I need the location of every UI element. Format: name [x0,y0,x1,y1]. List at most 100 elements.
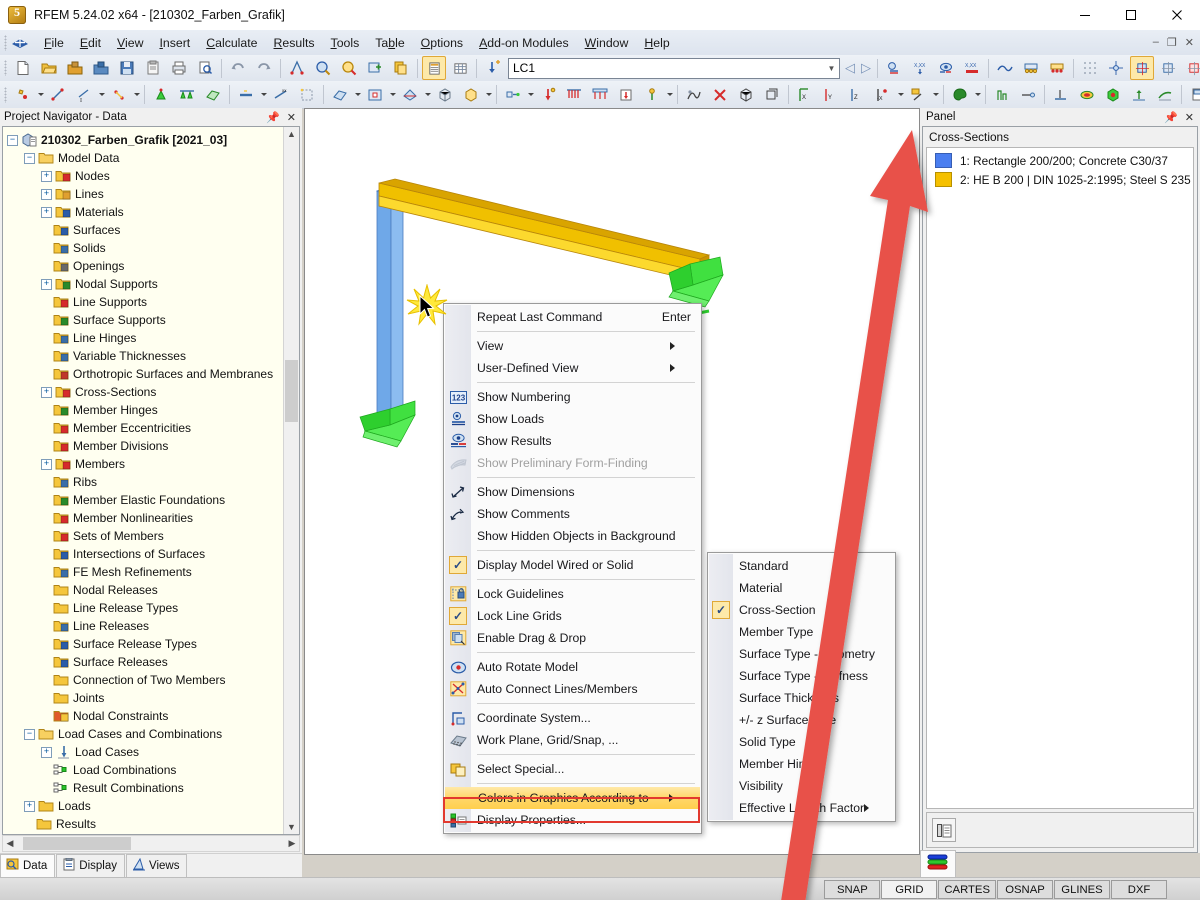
result-values-icon[interactable]: X,XX [960,56,984,80]
tree-item-load-cases-and-combinations[interactable]: − Load Cases and Combinations [7,725,283,743]
tree-expander-minus[interactable]: − [7,134,18,146]
menu-item-show-numbering[interactable]: 123 Show Numbering [444,386,701,408]
save-icon[interactable] [115,56,139,80]
surface-type-icon[interactable] [398,83,422,107]
render-dropdown-icon[interactable] [931,84,940,106]
support-forces-icon[interactable] [1045,56,1069,80]
menu-table[interactable]: Table [367,33,412,53]
surface-dropdown-icon[interactable] [353,84,362,106]
tree-item-loads[interactable]: + Loads [7,797,283,815]
close-icon[interactable]: ✕ [1185,111,1194,124]
submenu-item-cross-section[interactable]: ✓ Cross-Section [708,599,895,621]
line-dim-icon[interactable]: I [72,83,96,107]
rfem-menu-icon[interactable] [10,34,30,52]
tree-expander-plus[interactable]: + [41,746,52,758]
close-mdi-icon[interactable]: ✕ [1185,36,1194,49]
tree-item-surfaces[interactable]: Surfaces [7,221,283,239]
colors-dropdown-icon[interactable] [973,84,982,106]
menu-item-display-model-wired-or-solid[interactable]: ✓ Display Model Wired or Solid [444,554,701,576]
tree-item-members[interactable]: + Members [7,455,283,473]
menu-item-colors-in-graphics-according-to[interactable]: Colors in Graphics According to [445,787,700,809]
close-icon[interactable]: ✕ [287,111,296,124]
solid-icon[interactable] [433,83,457,107]
navigator-tab-views[interactable]: Views [126,854,188,878]
tree-item-surface-release-types[interactable]: Surface Release Types [7,635,283,653]
tree-item-line-release-types[interactable]: Line Release Types [7,599,283,617]
tree-item-connection-of-two-members[interactable]: Connection of Two Members [7,671,283,689]
menu-item-auto-rotate-model[interactable]: Auto Rotate Model [444,656,701,678]
menu-insert[interactable]: Insert [151,33,198,53]
tree-item-surface-supports[interactable]: Surface Supports [7,311,283,329]
section-icon[interactable] [1049,83,1073,107]
maximize-icon[interactable] [1108,0,1154,30]
load-case-new-icon[interactable] [481,56,505,80]
undo-icon[interactable] [226,56,250,80]
navigator-vertical-scrollbar[interactable]: ▲ ▼ [283,127,299,834]
print-preview-icon[interactable] [193,56,217,80]
scroll-up-icon[interactable]: ▲ [287,127,296,141]
menu-item-view[interactable]: View [444,335,701,357]
menu-item-auto-connect-lines-members[interactable]: Auto Connect Lines/Members [444,678,701,700]
menu-item-show-results[interactable]: Show Results [444,430,701,452]
tree-item-member-divisions[interactable]: Member Divisions [7,437,283,455]
menu-window[interactable]: Window [577,33,637,53]
numbering-icon[interactable]: X,XX [908,56,932,80]
submenu-item-surface-thickness[interactable]: Surface Thickness [708,687,895,709]
tree-item-materials[interactable]: + Materials [7,203,283,221]
restore-mdi-icon[interactable]: ❐ [1167,36,1177,49]
menu-help[interactable]: Help [636,33,677,53]
navigator-tab-data[interactable]: Data [0,854,56,878]
member-icon[interactable] [234,83,258,107]
menu-item-lock-guidelines[interactable]: Lock Guidelines [444,583,701,605]
line-load-icon[interactable] [562,83,586,107]
context-menu[interactable]: Repeat Last Command Enter View User-Defined… [443,303,702,834]
menu-tools[interactable]: Tools [323,33,368,53]
tree-expander-plus[interactable]: + [24,800,35,812]
scroll-down-icon[interactable]: ▼ [287,820,296,834]
load-dropdown-icon[interactable] [665,84,674,106]
tree-item-nodes[interactable]: + Nodes [7,167,283,185]
open-file-icon[interactable] [37,56,61,80]
surface-type-dropdown-icon[interactable] [423,84,432,106]
tree-expander-plus[interactable]: + [41,206,52,218]
tree-item-nodal-supports[interactable]: + Nodal Supports [7,275,283,293]
snap-grid-icon[interactable] [1078,56,1102,80]
view-negx-icon[interactable]: -X [871,83,895,107]
solid-type-icon[interactable] [459,83,483,107]
submenu-item-solid-type[interactable]: Solid Type [708,731,895,753]
solid-dropdown-icon[interactable] [484,84,493,106]
surface-icon[interactable] [201,83,225,107]
submenu-item-z-surface-side[interactable]: +/- z Surface Side [708,709,895,731]
next-load-case-icon[interactable]: ▷ [858,57,874,79]
minimize-icon[interactable] [1062,0,1108,30]
menu-item-display-properties[interactable]: Display Properties... [444,809,701,831]
tree-item-solids[interactable]: Solids [7,239,283,257]
scroll-thumb[interactable] [285,359,298,422]
status-glines[interactable]: GLINES [1054,880,1110,899]
submenu-item-surface-type-stiffness[interactable]: Surface Type - Stiffness [708,665,895,687]
view-z-icon[interactable]: Z [845,83,869,107]
tree-item-orthotropic-surfaces-and-membranes[interactable]: Orthotropic Surfaces and Membranes [7,365,283,383]
model-view-icon[interactable] [1156,56,1180,80]
submenu-item-surface-type-geometry[interactable]: Surface Type - Geometry [708,643,895,665]
line-icon[interactable] [46,83,70,107]
tree-item-joints[interactable]: Joints [7,689,283,707]
tree-item-member-hinges[interactable]: Member Hinges [7,401,283,419]
print-icon[interactable] [167,56,191,80]
tree-item-model-data[interactable]: − Model Data [7,149,283,167]
surface-load-icon[interactable] [588,83,612,107]
menu-item-show-hidden-objects-in-background[interactable]: Show Hidden Objects in Background [444,525,701,547]
result-value-icon[interactable] [1127,83,1151,107]
scroll-left-icon[interactable]: ◀ [3,838,17,849]
tree-item-results[interactable]: Results [7,815,283,833]
render-model-icon[interactable] [1130,56,1154,80]
new-file-icon[interactable] [11,56,35,80]
zoom-results-icon[interactable] [337,56,361,80]
render-icon[interactable] [285,56,309,80]
scroll-right-icon[interactable]: ▶ [285,838,299,849]
tree-expander-minus[interactable]: − [24,728,35,740]
opening-icon[interactable] [363,83,387,107]
menu-addon-modules[interactable]: Add-on Modules [471,33,577,53]
release-icon[interactable] [501,83,525,107]
h-scroll-thumb[interactable] [23,837,131,850]
